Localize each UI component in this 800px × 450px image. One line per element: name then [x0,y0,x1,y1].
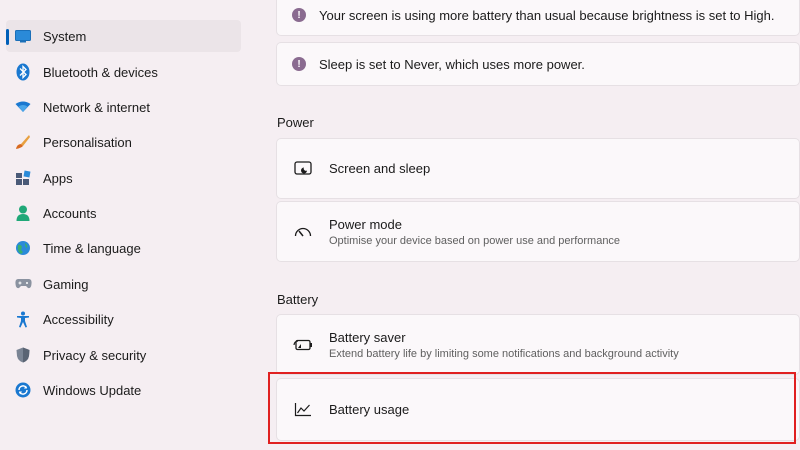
sidebar-item-bluetooth[interactable]: Bluetooth & devices [6,56,241,88]
shield-icon [14,346,32,364]
main-content: ! Your screen is using more battery than… [276,0,800,450]
battery-usage-row[interactable]: Battery usage [276,378,800,441]
battery-saver-row[interactable]: Battery saver Extend battery life by lim… [276,314,800,375]
sidebar-item-network[interactable]: Network & internet [6,91,241,123]
sidebar-item-windows-update[interactable]: Windows Update [6,374,241,406]
accessibility-icon [14,310,32,328]
bluetooth-icon [14,63,32,81]
power-mode-row[interactable]: Power mode Optimise your device based on… [276,201,800,262]
info-icon: ! [292,57,306,71]
row-subtitle: Extend battery life by limiting some not… [329,347,679,360]
wifi-icon [14,98,32,116]
chart-line-icon [293,400,313,420]
sidebar-item-apps[interactable]: Apps [6,162,241,194]
sidebar-item-label: Gaming [43,276,89,292]
sidebar-item-label: Windows Update [43,382,142,398]
sidebar-item-time-language[interactable]: Time & language [6,232,241,264]
sidebar-item-label: Privacy & security [43,347,147,363]
monitor-icon [14,27,32,45]
row-title: Screen and sleep [329,161,431,176]
sidebar-item-gaming[interactable]: Gaming [6,268,241,300]
sidebar-item-label: Time & language [43,240,141,256]
sidebar-item-personalisation[interactable]: Personalisation [6,126,241,158]
info-icon: ! [292,8,306,22]
sidebar-item-label: Accessibility [43,311,114,327]
gauge-icon [293,222,313,242]
sidebar-item-system[interactable]: System [6,20,241,52]
selection-indicator [6,29,9,45]
notice-text: Sleep is set to Never, which uses more p… [319,56,585,72]
sidebar: System Bluetooth & devices Network & int… [0,0,250,450]
battery-saver-icon [293,335,313,355]
person-icon [14,204,32,222]
sidebar-item-label: Accounts [43,205,97,221]
sidebar-item-accounts[interactable]: Accounts [6,197,241,229]
sidebar-item-label: Network & internet [43,99,150,115]
row-subtitle: Optimise your device based on power use … [329,234,621,247]
screen-sleep-icon [293,159,313,179]
brush-icon [14,133,32,151]
battery-section-title: Battery [277,292,319,307]
sleep-notice: ! Sleep is set to Never, which uses more… [276,42,800,86]
sidebar-item-label: Personalisation [43,134,132,150]
screen-and-sleep-row[interactable]: Screen and sleep [276,138,800,199]
sidebar-item-accessibility[interactable]: Accessibility [6,303,241,335]
update-icon [14,381,32,399]
notice-text: Your screen is using more battery than u… [319,7,775,23]
sidebar-item-label: Bluetooth & devices [43,64,158,80]
sidebar-item-privacy-security[interactable]: Privacy & security [6,339,241,371]
power-section-title: Power [277,115,314,130]
row-title: Battery saver [329,329,406,345]
brightness-notice: ! Your screen is using more battery than… [276,0,800,36]
apps-icon [14,169,32,187]
globe-icon [14,239,32,257]
gamepad-icon [14,275,32,293]
row-title: Battery usage [329,402,410,417]
sidebar-item-label: Apps [43,170,73,186]
sidebar-item-label: System [43,28,87,44]
row-title: Power mode [329,216,402,232]
